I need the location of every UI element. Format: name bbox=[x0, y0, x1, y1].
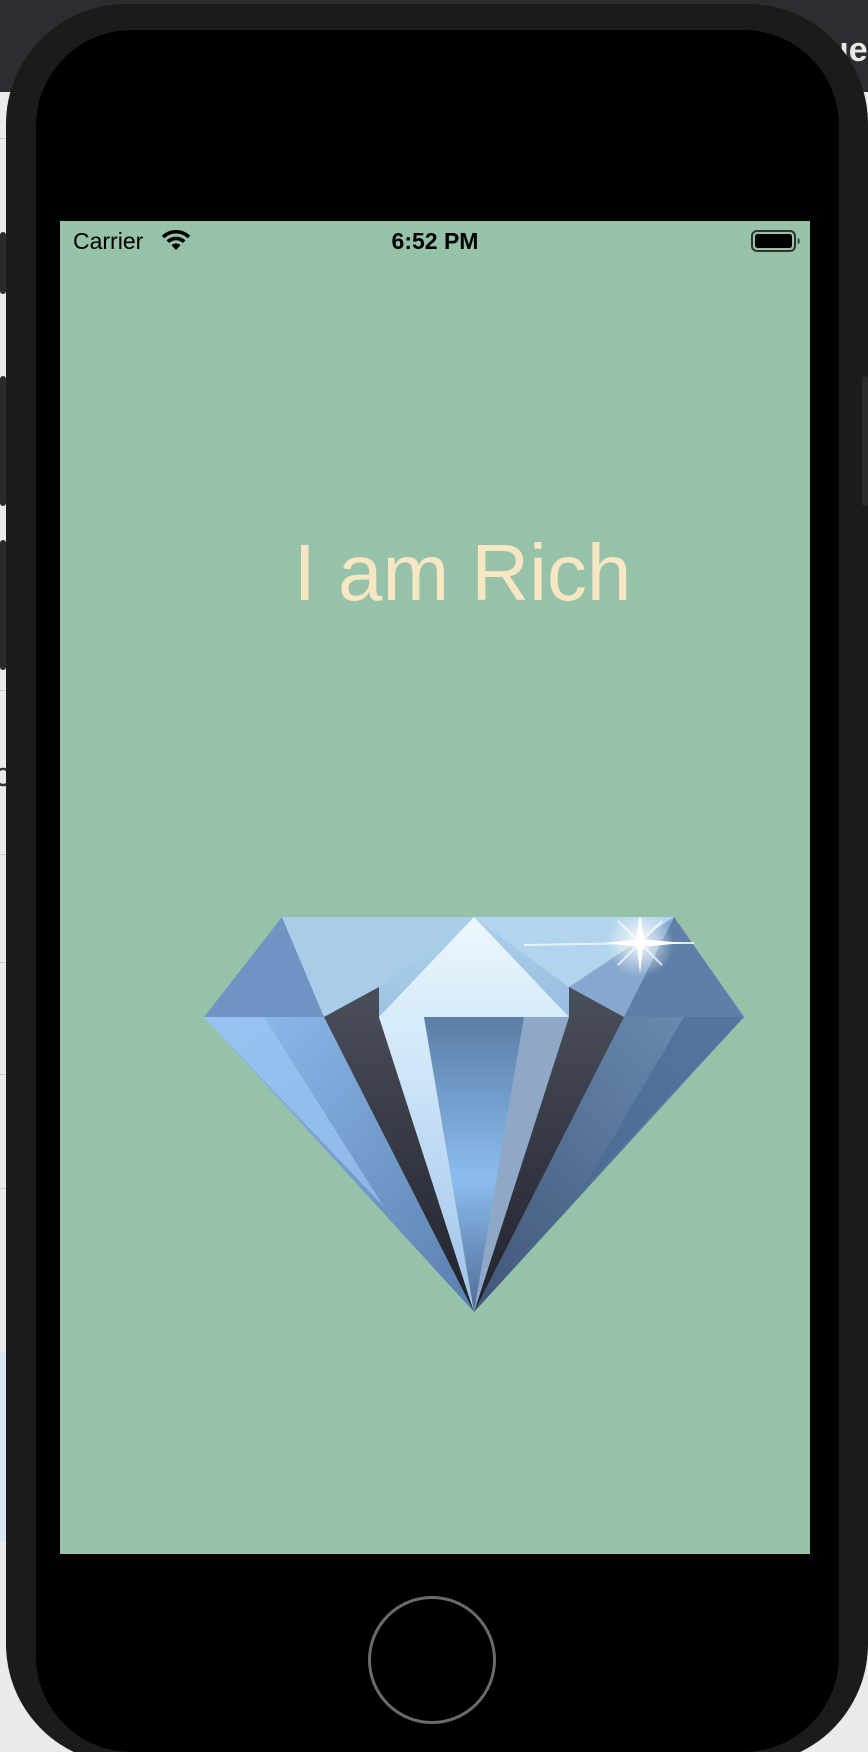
volume-down-button bbox=[0, 540, 6, 670]
volume-up-button bbox=[0, 376, 6, 506]
power-button bbox=[862, 376, 868, 506]
battery-icon bbox=[751, 230, 800, 252]
status-bar: Carrier 6:52 PM bbox=[60, 221, 810, 263]
status-time: 6:52 PM bbox=[391, 228, 479, 254]
background-text: l bbox=[0, 1428, 2, 1467]
home-button[interactable] bbox=[368, 1596, 496, 1724]
app-screen: Carrier 6:52 PM I am Rich bbox=[60, 221, 810, 1554]
simulator-window: ue c l c Carrier 6:52 PM I bbox=[0, 0, 868, 1752]
diamond-image bbox=[204, 917, 744, 1312]
mute-switch bbox=[0, 232, 6, 294]
app-title: I am Rich bbox=[293, 528, 632, 617]
